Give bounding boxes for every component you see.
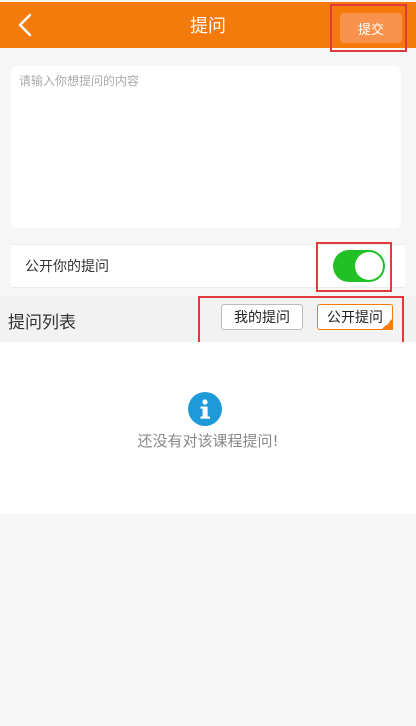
question-list-bar: 提问列表 我的提问 公开提问 ✓ — [0, 296, 416, 342]
app-header: 提问 提交 — [0, 2, 416, 48]
chevron-left-icon — [18, 13, 32, 37]
empty-message: 还没有对该课程提问! — [137, 432, 279, 450]
toggle-knob — [355, 252, 383, 280]
tab-my-questions[interactable]: 我的提问 — [221, 304, 303, 330]
info-icon — [188, 392, 222, 426]
public-question-row: 公开你的提问 — [11, 244, 405, 288]
tab-public-questions[interactable]: 公开提问 ✓ — [317, 304, 393, 330]
empty-state: 还没有对该课程提问! — [0, 342, 416, 514]
question-input-container — [11, 66, 401, 228]
submit-button[interactable]: 提交 — [340, 13, 402, 43]
tab-public-label: 公开提问 — [327, 310, 383, 326]
back-button[interactable] — [10, 10, 40, 40]
checkmark-icon: ✓ — [385, 320, 391, 328]
page-title: 提问 — [190, 16, 226, 37]
public-question-toggle[interactable] — [333, 250, 385, 282]
public-question-label: 公开你的提问 — [25, 259, 109, 275]
question-list-title: 提问列表 — [8, 313, 76, 333]
question-input[interactable] — [11, 66, 401, 228]
